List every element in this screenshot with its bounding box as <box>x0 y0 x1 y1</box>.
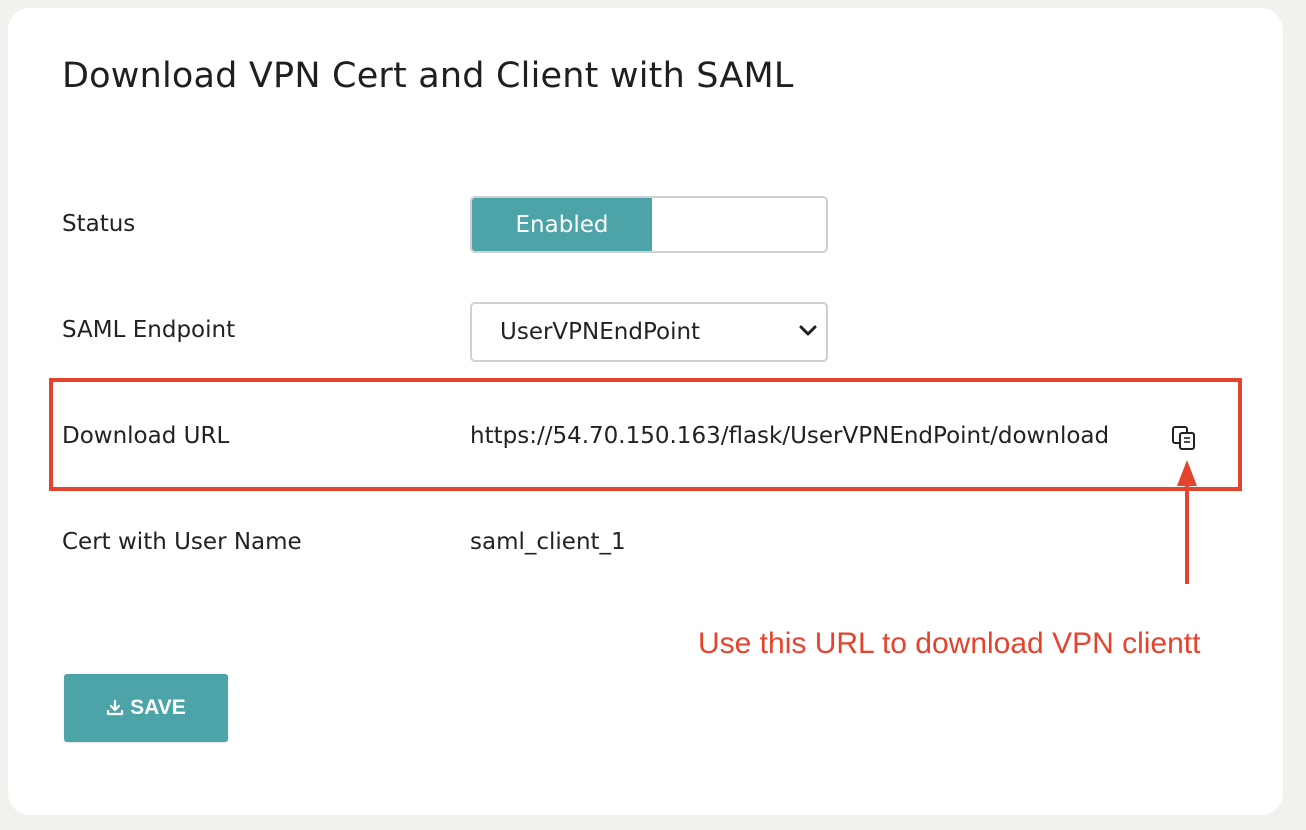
chevron-down-icon <box>799 325 817 336</box>
saml-endpoint-select[interactable]: UserVPNEndPoint <box>470 302 828 362</box>
page-title: Download VPN Cert and Client with SAML <box>62 56 794 96</box>
annotation-text: Use this URL to download VPN clientt <box>698 627 1201 660</box>
status-toggle[interactable]: Enabled <box>470 196 828 253</box>
status-label: Status <box>62 211 136 237</box>
saml-endpoint-selected: UserVPNEndPoint <box>500 319 701 345</box>
status-toggle-enabled[interactable]: Enabled <box>472 198 652 251</box>
annotation-arrow-icon <box>1177 460 1197 584</box>
cert-user-label: Cert with User Name <box>62 529 302 555</box>
annotation-highlight-box <box>49 378 1242 491</box>
save-button-label: SAVE <box>130 696 186 719</box>
cert-user-value: saml_client_1 <box>470 529 626 555</box>
saml-endpoint-label: SAML Endpoint <box>62 317 236 343</box>
download-tray-icon <box>107 699 124 716</box>
save-button[interactable]: SAVE <box>64 674 228 742</box>
